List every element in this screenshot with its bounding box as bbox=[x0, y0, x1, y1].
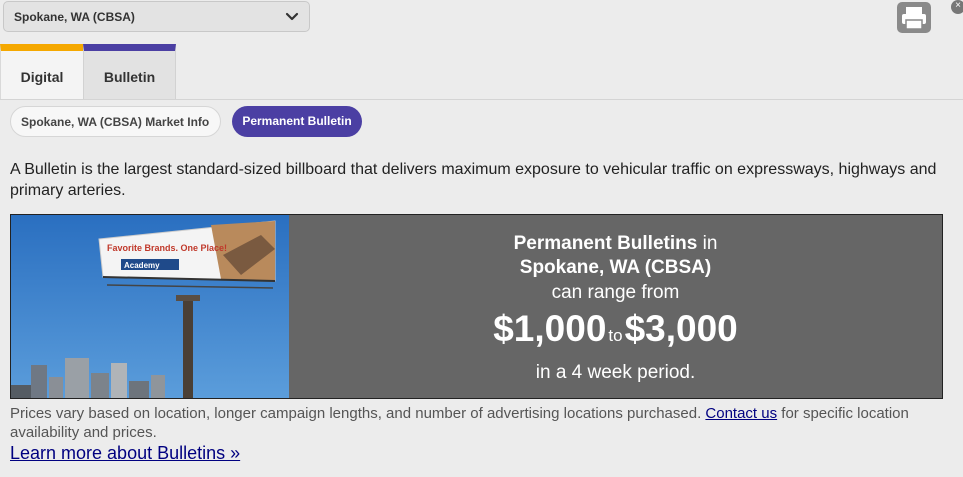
market-info-pill[interactable]: Spokane, WA (CBSA) Market Info bbox=[10, 106, 221, 137]
banner-period: in a 4 week period. bbox=[535, 362, 696, 383]
print-icon[interactable] bbox=[897, 2, 931, 33]
svg-text:Academy: Academy bbox=[124, 261, 160, 270]
bulletin-description: A Bulletin is the largest standard-sized… bbox=[10, 161, 937, 199]
banner-title: Permanent Bulletins in bbox=[513, 233, 718, 254]
tab-divider bbox=[0, 99, 963, 100]
market-select-value: Spokane, WA (CBSA) bbox=[14, 10, 135, 24]
price-range: $1,000 to$3,000 bbox=[289, 306, 942, 359]
top-bar: Spokane, WA (CBSA) × bbox=[0, 0, 963, 44]
close-icon[interactable]: × bbox=[951, 0, 963, 14]
tab-bulletin-label: Bulletin bbox=[103, 69, 156, 85]
tab-digital-label: Digital bbox=[20, 69, 64, 85]
product-tabs: Digital Bulletin bbox=[0, 44, 963, 100]
price-banner: Favorite Brands. One Place! Academy Perm… bbox=[10, 214, 943, 399]
banner-market: Spokane, WA (CBSA) bbox=[519, 257, 712, 278]
tab-digital[interactable]: Digital bbox=[0, 44, 83, 100]
pricing-note: Prices vary based on location, longer ca… bbox=[10, 405, 909, 441]
price-low: $1,000 bbox=[493, 308, 607, 349]
svg-text:Favorite Brands. One Place!: Favorite Brands. One Place! bbox=[107, 243, 227, 253]
banner-range-text: can range from bbox=[551, 282, 680, 303]
market-select[interactable]: Spokane, WA (CBSA) bbox=[3, 1, 310, 32]
contact-us-link[interactable]: Contact us bbox=[705, 405, 777, 422]
billboard-photo: Favorite Brands. One Place! Academy bbox=[11, 215, 289, 398]
permanent-bulletin-pill[interactable]: Permanent Bulletin bbox=[232, 106, 362, 137]
price-high: $3,000 bbox=[624, 308, 738, 349]
price-to: to bbox=[608, 326, 623, 345]
tab-bulletin[interactable]: Bulletin bbox=[83, 44, 176, 100]
learn-more-link[interactable]: Learn more about Bulletins » bbox=[10, 443, 240, 464]
banner-text: Permanent Bulletins in Spokane, WA (CBSA… bbox=[289, 232, 942, 387]
chevron-down-icon bbox=[285, 12, 299, 21]
